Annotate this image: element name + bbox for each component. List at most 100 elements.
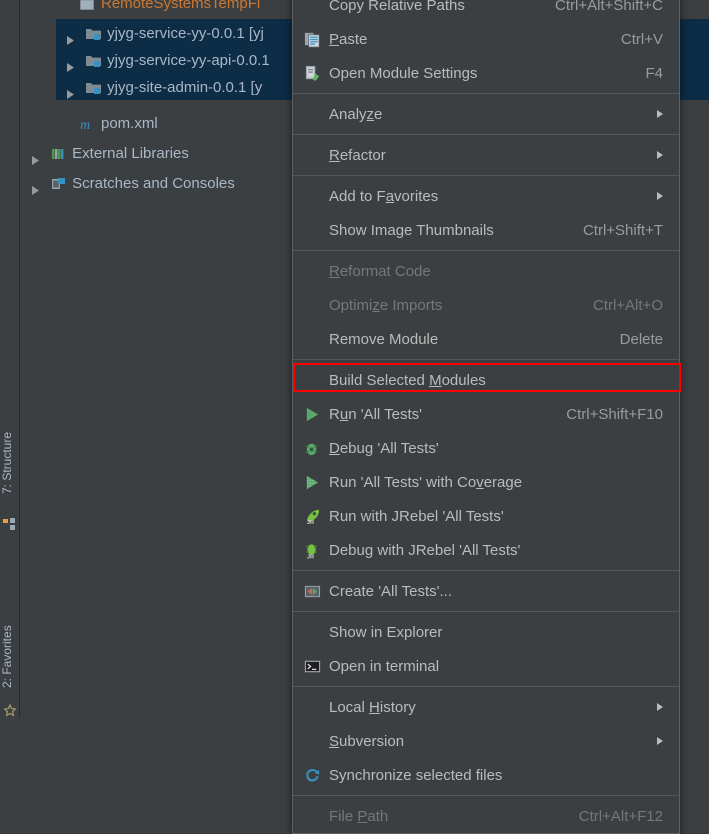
menu-item-local-history[interactable]: Local History: [293, 690, 679, 724]
chevron-right-icon: [657, 192, 663, 200]
menu-item-label: Run 'All Tests' with Coverage: [329, 473, 523, 491]
menu-item-refactor[interactable]: Refactor: [293, 138, 679, 172]
no-icon: [295, 185, 329, 207]
stripe-button-structure[interactable]: 7: Structure: [0, 413, 20, 513]
menu-item-label: Optimize Imports: [329, 296, 443, 314]
menu-item-open-module-settings[interactable]: Open Module Settings F4: [293, 56, 679, 90]
menu-item-label: Create 'All Tests'...: [329, 582, 452, 600]
menu-item-show-image-thumbnails[interactable]: Show Image Thumbnails Ctrl+Shift+T: [293, 213, 679, 247]
menu-separator: [293, 686, 679, 687]
svg-text:JR: JR: [306, 554, 313, 558]
menu-item-label: Debug 'All Tests': [329, 439, 439, 457]
menu-item-analyze[interactable]: Analyze: [293, 97, 679, 131]
menu-item-optimize-imports[interactable]: Optimize Imports Ctrl+Alt+O: [293, 288, 679, 322]
no-icon: [295, 730, 329, 752]
svg-text:JR: JR: [306, 520, 313, 525]
menu-item-file-path[interactable]: File Path Ctrl+Alt+F12: [293, 799, 679, 833]
chevron-right-icon[interactable]: [65, 55, 76, 72]
menu-item-paste[interactable]: Paste Ctrl+V: [293, 22, 679, 56]
module-icon: [85, 24, 102, 41]
tree-row-label: yjyg-service-yy-api-0.0.1: [107, 52, 270, 69]
scratches-icon: [50, 174, 67, 190]
no-icon: [295, 103, 329, 125]
menu-item-label: Remove Module: [329, 330, 439, 348]
debug-icon: [295, 437, 329, 459]
tree-row-label: pom.xml: [101, 115, 158, 132]
chevron-right-icon: [657, 703, 663, 711]
tool-window-stripe: 7: Structure 2: Favorites: [0, 0, 20, 717]
menu-separator: [293, 570, 679, 571]
chevron-right-icon[interactable]: [30, 148, 41, 165]
menu-item-subversion[interactable]: Subversion: [293, 724, 679, 758]
maven-m-icon: m: [79, 114, 96, 133]
tree-row-label: External Libraries: [72, 145, 189, 162]
menu-item-debug-all-tests[interactable]: Debug 'All Tests': [293, 431, 679, 465]
svg-text:m: m: [80, 118, 90, 132]
menu-item-shortcut: Ctrl+Shift+F10: [566, 405, 663, 423]
menu-item-show-in-explorer[interactable]: Show in Explorer: [293, 615, 679, 649]
menu-item-synchronize-selected-files[interactable]: Synchronize selected files: [293, 758, 679, 792]
menu-item-remove-module[interactable]: Remove Module Delete: [293, 322, 679, 356]
menu-item-shortcut: Ctrl+V: [620, 30, 663, 48]
chevron-right-icon[interactable]: [65, 82, 76, 99]
menu-item-run-all-tests[interactable]: Run 'All Tests' Ctrl+Shift+F10: [293, 397, 679, 431]
module-icon: [85, 78, 102, 95]
menu-item-label: Reformat Code: [329, 262, 431, 280]
jrebel-run-icon: JR: [295, 505, 329, 527]
tree-row-label: yjyg-site-admin-0.0.1 [y: [107, 79, 263, 96]
menu-item-label: Local History: [329, 698, 416, 716]
menu-item-label: Show Image Thumbnails: [329, 221, 494, 239]
paste-icon: [295, 28, 329, 50]
context-menu: Copy Relative Paths Ctrl+Alt+Shift+C Pas…: [292, 0, 681, 834]
menu-item-label: Synchronize selected files: [329, 766, 503, 784]
menu-item-shortcut: Ctrl+Shift+T: [582, 221, 663, 239]
menu-item-label: Open in terminal: [329, 657, 440, 675]
module-icon: [85, 51, 102, 68]
no-icon: [295, 805, 329, 827]
tree-row-label: Scratches and Consoles: [72, 175, 235, 192]
tree-row-label: RemoteSystemsTempFi: [101, 0, 261, 12]
stripe-button-favorites[interactable]: 2: Favorites: [0, 605, 20, 709]
chevron-right-icon: [657, 110, 663, 118]
run-icon: [295, 403, 329, 425]
menu-item-create-all-tests[interactable]: Create 'All Tests'...: [293, 574, 679, 608]
menu-item-shortcut: Ctrl+Alt+O: [592, 296, 663, 314]
menu-separator: [293, 93, 679, 94]
no-icon: [295, 328, 329, 350]
menu-separator: [293, 795, 679, 796]
menu-item-shortcut: Ctrl+Alt+Shift+C: [555, 0, 663, 14]
menu-item-label: Build Selected Modules: [329, 371, 486, 389]
no-icon: [295, 144, 329, 166]
menu-item-shortcut: Ctrl+Alt+F12: [578, 807, 663, 825]
chevron-right-icon: [657, 151, 663, 159]
menu-item-label: Refactor: [329, 146, 386, 164]
menu-item-copy-relative-paths[interactable]: Copy Relative Paths Ctrl+Alt+Shift+C: [293, 0, 679, 22]
menu-item-reformat-code[interactable]: Reformat Code: [293, 254, 679, 288]
no-icon: [295, 621, 329, 643]
no-icon: [295, 696, 329, 718]
menu-item-build-selected-modules[interactable]: Build Selected Modules: [293, 363, 679, 397]
menu-item-label: Paste: [329, 30, 368, 48]
coverage-icon: [295, 471, 329, 493]
menu-item-open-in-terminal[interactable]: Open in terminal: [293, 649, 679, 683]
menu-item-label: Add to Favorites: [329, 187, 439, 205]
menu-separator: [293, 134, 679, 135]
menu-item-shortcut: F4: [645, 64, 663, 82]
menu-item-label: Subversion: [329, 732, 405, 750]
no-icon: [295, 294, 329, 316]
no-icon: [295, 369, 329, 391]
chevron-right-icon[interactable]: [65, 28, 76, 45]
libraries-icon: [50, 144, 67, 160]
menu-item-run-with-jrebel[interactable]: JR Run with JRebel 'All Tests': [293, 499, 679, 533]
menu-item-label: Analyze: [329, 105, 383, 123]
menu-item-label: Run 'All Tests': [329, 405, 423, 423]
menu-item-run-all-tests-with-coverage[interactable]: Run 'All Tests' with Coverage: [293, 465, 679, 499]
chevron-right-icon[interactable]: [30, 178, 41, 195]
chevron-right-icon: [657, 737, 663, 745]
menu-item-debug-with-jrebel[interactable]: JR Debug with JRebel 'All Tests': [293, 533, 679, 567]
menu-item-label: Run with JRebel 'All Tests': [329, 507, 504, 525]
synchronize-icon: [295, 764, 329, 786]
jrebel-debug-icon: JR: [295, 539, 329, 561]
menu-item-add-to-favorites[interactable]: Add to Favorites: [293, 179, 679, 213]
no-icon: [295, 260, 329, 282]
